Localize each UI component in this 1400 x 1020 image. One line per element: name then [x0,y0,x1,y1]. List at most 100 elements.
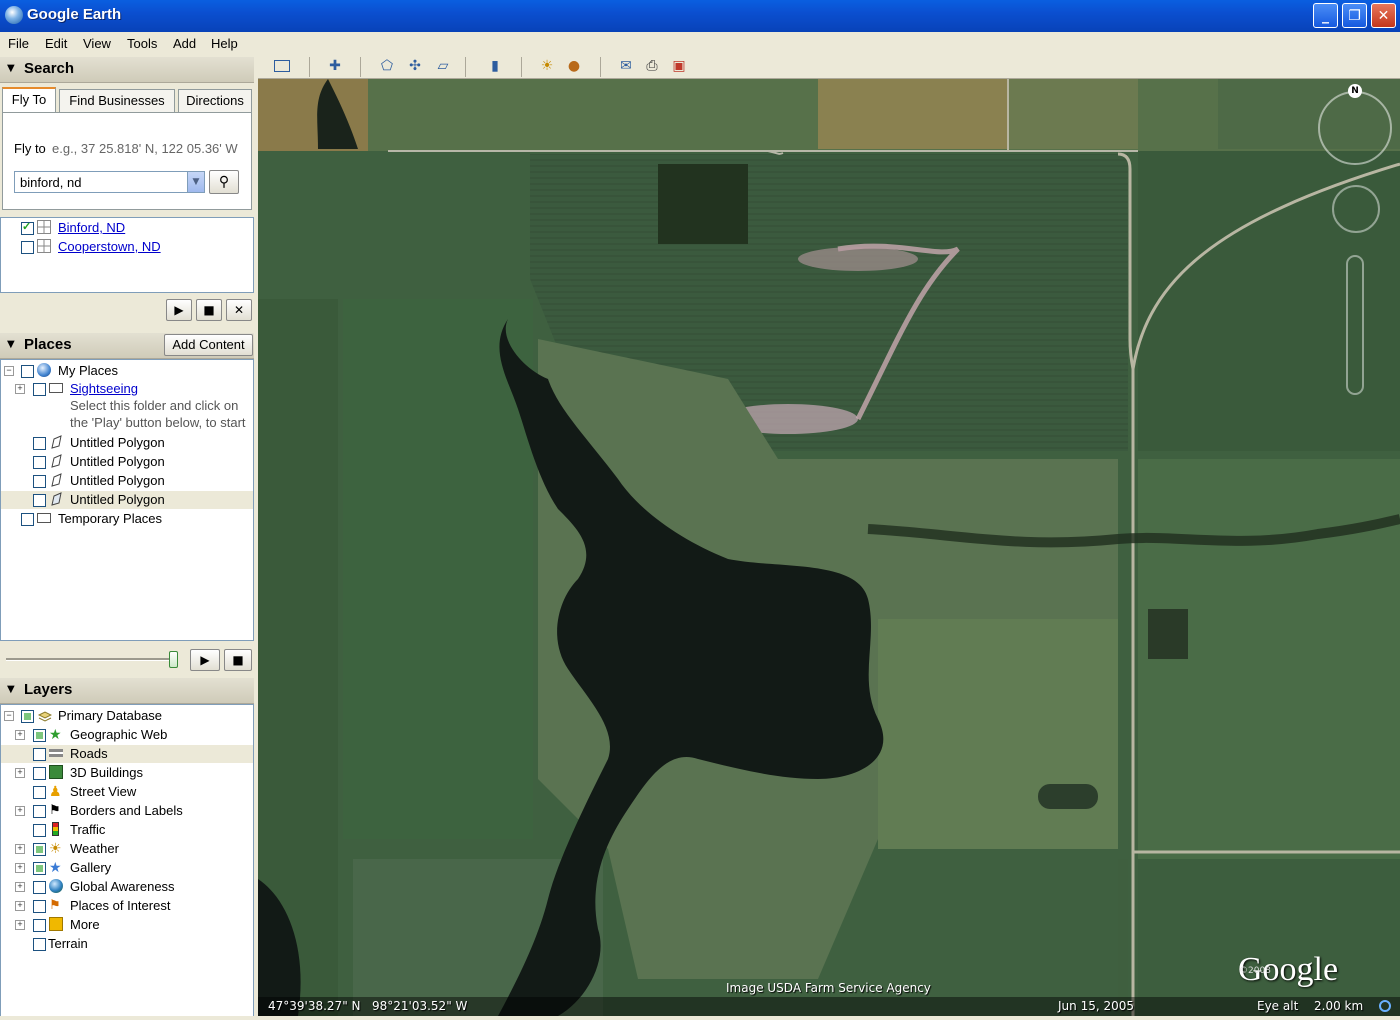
expand-icon[interactable]: + [15,768,25,778]
tree-checkbox[interactable] [33,862,46,875]
tree-item-temporary-places[interactable]: Temporary Places [1,510,253,528]
expand-icon[interactable]: + [15,920,25,930]
tree-checkbox[interactable] [33,748,46,761]
ruler-icon[interactable]: ▮ [486,58,504,75]
maximize-button[interactable]: ❐ [1342,3,1367,28]
print-icon[interactable]: ⎙ [643,58,661,75]
tab-find-businesses[interactable]: Find Businesses [59,89,175,113]
tab-directions[interactable]: Directions [178,89,252,113]
expand-icon[interactable]: + [15,863,25,873]
layer-traffic[interactable]: Traffic [1,821,253,839]
stop-button[interactable]: ■ [196,299,222,321]
collapse-icon[interactable]: − [4,711,14,721]
result-row[interactable]: Cooperstown, ND [9,238,249,256]
image-overlay-icon[interactable]: ▱ [434,58,452,75]
close-button[interactable]: ✕ [1371,3,1396,28]
sidebar-toggle-icon[interactable] [274,60,290,72]
play-button[interactable]: ▶ [166,299,192,321]
collapse-icon[interactable]: ▼ [7,63,15,74]
collapse-icon[interactable]: ▼ [7,339,15,350]
result-row[interactable]: Binford, ND [9,219,249,237]
result-checkbox[interactable] [21,220,34,235]
tree-item-polygon[interactable]: Untitled Polygon [1,434,253,452]
collapse-icon[interactable]: ▼ [7,684,15,695]
layer-roads[interactable]: Roads [1,745,253,763]
menu-file[interactable]: File [8,36,29,51]
tree-checkbox[interactable] [21,710,34,723]
places-stop-button[interactable]: ■ [224,649,252,671]
expand-icon[interactable]: + [15,882,25,892]
tour-slider-thumb[interactable] [169,651,178,668]
search-button[interactable]: ⚲ [209,170,239,194]
menu-edit[interactable]: Edit [45,36,67,51]
expand-icon[interactable]: + [15,806,25,816]
tree-checkbox[interactable] [33,824,46,837]
tree-checkbox[interactable] [33,494,46,507]
layer-borders-labels[interactable]: + ⚑ Borders and Labels [1,802,253,820]
tree-checkbox[interactable] [33,475,46,488]
tree-checkbox[interactable] [33,900,46,913]
layer-3d-buildings[interactable]: + 3D Buildings [1,764,253,782]
tree-checkbox[interactable] [33,805,46,818]
tree-item-sightseeing[interactable]: + Sightseeing [1,380,253,398]
places-play-button[interactable]: ▶ [190,649,220,671]
email-icon[interactable]: ✉ [617,58,635,75]
menu-help[interactable]: Help [211,36,238,51]
add-content-button[interactable]: Add Content [164,334,253,356]
expand-icon[interactable]: + [15,384,25,394]
tab-fly-to[interactable]: Fly To [2,87,56,113]
layer-terrain[interactable]: Terrain [1,935,253,953]
sunlight-icon[interactable]: ☀ [538,58,556,75]
layer-primary-database[interactable]: − Primary Database [1,707,253,725]
tree-link[interactable]: Sightseeing [70,381,138,396]
tree-item-polygon[interactable]: Untitled Polygon [1,472,253,490]
tree-checkbox[interactable] [33,843,46,856]
minimize-button[interactable]: _ [1313,3,1338,28]
polygon-tool-icon[interactable]: ⬠ [378,58,396,75]
search-input[interactable]: binford, nd ▼ [14,171,205,193]
tree-checkbox[interactable] [33,919,46,932]
tree-checkbox[interactable] [21,365,34,378]
tree-item-polygon-selected[interactable]: Untitled Polygon [1,491,253,509]
expand-icon[interactable]: + [15,844,25,854]
menu-tools[interactable]: Tools [127,36,157,51]
tree-checkbox[interactable] [33,383,46,396]
tour-slider-track[interactable] [6,658,176,661]
layer-places-of-interest[interactable]: + ⚑ Places of Interest [1,897,253,915]
google-maps-icon[interactable]: ▣ [670,58,688,75]
layer-weather[interactable]: + ☀ Weather [1,840,253,858]
places-panel-header[interactable]: ▼ Places Add Content [0,333,254,359]
tree-checkbox[interactable] [33,881,46,894]
search-panel-header[interactable]: ▼ Search [0,57,254,83]
planet-icon[interactable]: ● [565,58,583,75]
layer-global-awareness[interactable]: + Global Awareness [1,878,253,896]
tree-checkbox[interactable] [33,437,46,450]
tree-checkbox[interactable] [33,729,46,742]
compass-north[interactable]: N [1348,84,1362,98]
layer-geographic-web[interactable]: + ★ Geographic Web [1,726,253,744]
collapse-icon[interactable]: − [4,366,14,376]
expand-icon[interactable]: + [15,901,25,911]
zoom-slider[interactable] [1346,255,1364,395]
menu-add[interactable]: Add [173,36,196,51]
tree-item-my-places[interactable]: − My Places [1,362,253,380]
menu-view[interactable]: View [83,36,111,51]
result-link[interactable]: Binford, ND [58,220,125,235]
tree-checkbox[interactable] [33,767,46,780]
tree-checkbox[interactable] [33,786,46,799]
path-tool-icon[interactable]: ✣ [406,58,424,75]
look-joystick[interactable] [1332,185,1380,233]
layer-street-view[interactable]: ♟ Street View [1,783,253,801]
tree-item-polygon[interactable]: Untitled Polygon [1,453,253,471]
tree-checkbox[interactable] [33,456,46,469]
layer-more[interactable]: + More [1,916,253,934]
dropdown-arrow-icon[interactable]: ▼ [187,172,204,192]
expand-icon[interactable]: + [15,730,25,740]
result-checkbox[interactable] [21,241,34,254]
map-view[interactable]: N Google ©2008 Image USDA Farm Service A… [258,79,1400,1016]
compass-ring[interactable] [1318,91,1392,165]
layer-gallery[interactable]: + ★ Gallery [1,859,253,877]
tree-checkbox[interactable] [21,513,34,526]
layers-panel-header[interactable]: ▼ Layers [0,678,254,704]
placemark-pin-icon[interactable]: ✚ [326,58,344,75]
